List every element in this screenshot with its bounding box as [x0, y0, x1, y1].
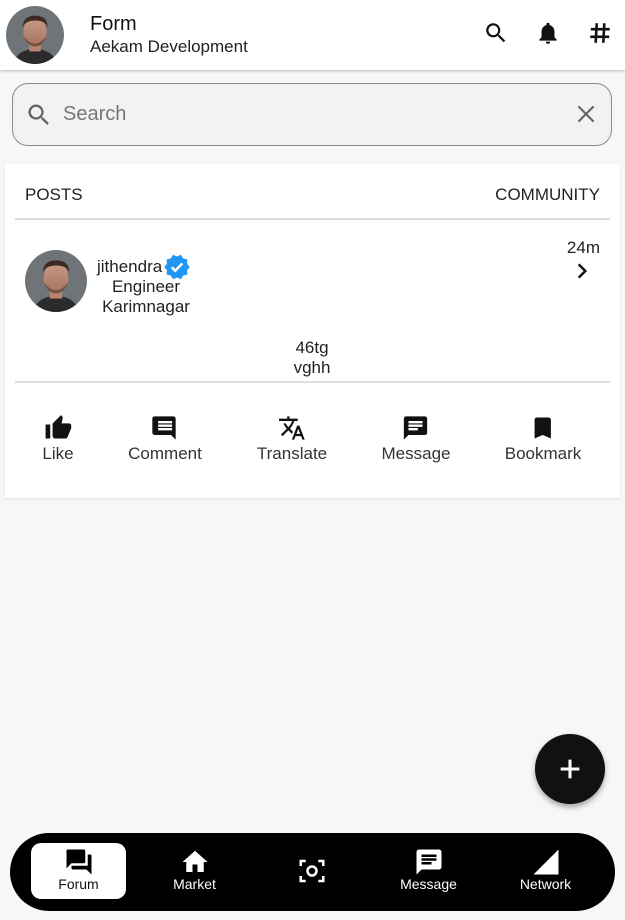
- add-icon: [560, 759, 580, 779]
- nav-message-label: Message: [400, 876, 457, 892]
- message-button[interactable]: Message: [381, 414, 451, 464]
- comment-icon: [152, 416, 176, 440]
- post-author-meta: Engineer Karimnagar: [91, 277, 201, 317]
- nav-network[interactable]: Network: [498, 843, 593, 899]
- message-icon: [416, 849, 441, 875]
- app-bar: Form Aekam Development: [0, 0, 625, 70]
- post-author-location: Karimnagar: [102, 297, 190, 316]
- bookmark-icon: [534, 417, 552, 439]
- clear-icon[interactable]: [573, 101, 599, 127]
- nav-scan[interactable]: [264, 843, 359, 899]
- comment-button[interactable]: Comment: [128, 414, 202, 464]
- app-subtitle: Aekam Development: [90, 37, 248, 56]
- post-action-bar: Like Comment Translate Message Bookmark: [5, 414, 620, 474]
- post-username[interactable]: jithendra: [97, 257, 162, 277]
- notifications-icon[interactable]: [535, 20, 561, 46]
- translate-icon: [279, 416, 305, 440]
- store-icon: [182, 850, 207, 872]
- translate-label: Translate: [256, 444, 328, 463]
- nav-network-label: Network: [519, 876, 572, 892]
- search-input[interactable]: [63, 103, 543, 126]
- translate-button[interactable]: Translate: [257, 414, 327, 464]
- signal-icon: [533, 849, 558, 875]
- post-time: 24m: [566, 238, 600, 257]
- search-bar: [12, 83, 612, 146]
- post-content: 46tg vghh: [262, 338, 362, 378]
- add-post-button[interactable]: [535, 734, 605, 804]
- app-title: Form: [90, 13, 137, 35]
- bookmark-label: Bookmark: [504, 444, 582, 463]
- bottom-navigation: Forum Market Message Network: [10, 833, 615, 911]
- nav-market[interactable]: Market: [147, 843, 242, 899]
- like-label: Like: [42, 444, 74, 463]
- tab-posts[interactable]: POSTS: [25, 185, 83, 205]
- post-card: POSTS COMMUNITY jithendra Engineer Karim…: [5, 164, 620, 498]
- forum-icon: [66, 849, 91, 875]
- message-icon: [404, 416, 428, 440]
- search-icon: [28, 104, 49, 125]
- post-author-role: Engineer: [111, 277, 181, 296]
- post-author-avatar[interactable]: [25, 250, 87, 312]
- thumb-up-icon: [45, 415, 71, 439]
- like-button[interactable]: Like: [42, 414, 74, 464]
- nav-market-label: Market: [173, 876, 216, 892]
- tab-community[interactable]: COMMUNITY: [495, 185, 600, 205]
- scan-icon: [299, 859, 324, 883]
- post-content-line: 46tg: [295, 338, 329, 357]
- chevron-right-icon[interactable]: [572, 261, 592, 281]
- divider: [15, 381, 610, 383]
- nav-forum[interactable]: Forum: [31, 843, 126, 899]
- nav-message[interactable]: Message: [381, 843, 476, 899]
- post-content-line: vghh: [293, 358, 331, 377]
- comment-label: Comment: [128, 444, 202, 463]
- bookmark-button[interactable]: Bookmark: [504, 414, 582, 464]
- profile-avatar[interactable]: [6, 6, 64, 64]
- tab-bar: POSTS COMMUNITY: [15, 164, 610, 220]
- message-label: Message: [381, 444, 451, 463]
- hashtag-icon[interactable]: [587, 20, 613, 46]
- nav-forum-label: Forum: [58, 876, 99, 892]
- search-icon[interactable]: [483, 20, 509, 46]
